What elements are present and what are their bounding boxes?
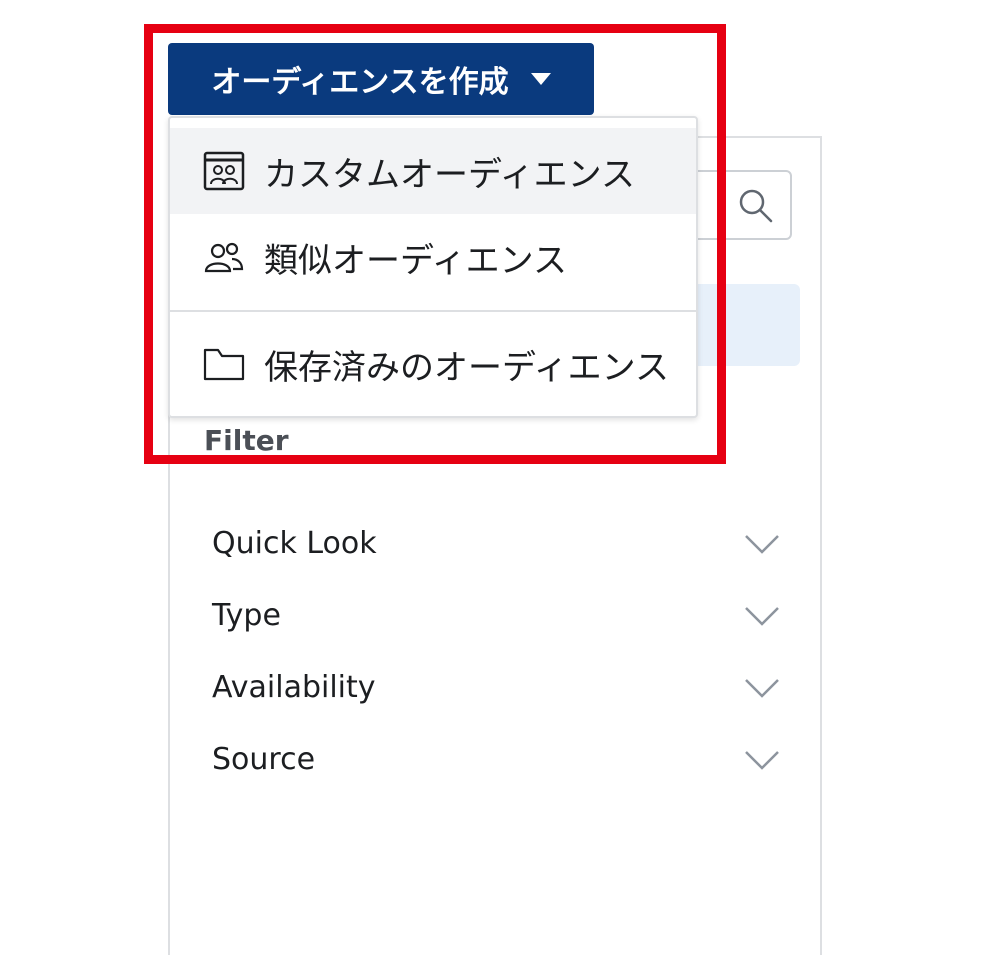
custom-audience-icon — [203, 151, 245, 191]
menu-item-lookalike-audience[interactable]: 類似オーディエンス — [170, 214, 696, 300]
menu-item-label: カスタムオーディエンス — [264, 154, 635, 195]
create-audience-label: オーディエンスを作成 — [211, 65, 509, 100]
filter-label: Type — [212, 598, 281, 633]
search-input[interactable] — [690, 170, 792, 240]
menu-item-custom-audience[interactable]: カスタムオーディエンス — [170, 128, 696, 214]
chevron-down-icon — [745, 679, 779, 698]
chevron-down-icon — [745, 607, 779, 626]
filter-label: Source — [212, 742, 316, 777]
menu-item-label: 類似オーディエンス — [264, 240, 567, 281]
chevron-down-icon — [745, 535, 779, 554]
create-audience-menu: カスタムオーディエンス 類似オーディエンス 保存済みのオーディエンス — [168, 116, 698, 418]
folder-icon — [203, 348, 245, 381]
menu-divider — [170, 310, 696, 312]
create-audience-button[interactable]: オーディエンスを作成 — [168, 43, 594, 115]
chevron-down-icon — [745, 751, 779, 770]
menu-item-saved-audience[interactable]: 保存済みのオーディエンス — [170, 318, 696, 410]
filter-source[interactable]: Source — [170, 724, 820, 796]
people-icon — [204, 242, 244, 273]
filter-heading: Filter — [204, 424, 289, 457]
menu-item-label: 保存済みのオーディエンス — [264, 347, 669, 388]
filter-type[interactable]: Type — [170, 580, 820, 652]
caret-down-icon — [530, 73, 551, 85]
selected-audience-highlight — [690, 284, 800, 366]
filter-availability[interactable]: Availability — [170, 652, 820, 724]
filter-label: Availability — [212, 670, 376, 705]
search-icon — [739, 189, 773, 223]
filter-quick-look[interactable]: Quick Look — [170, 508, 820, 580]
filter-label: Quick Look — [212, 526, 377, 561]
filter-list: Quick Look Type Availability Source — [170, 508, 820, 796]
